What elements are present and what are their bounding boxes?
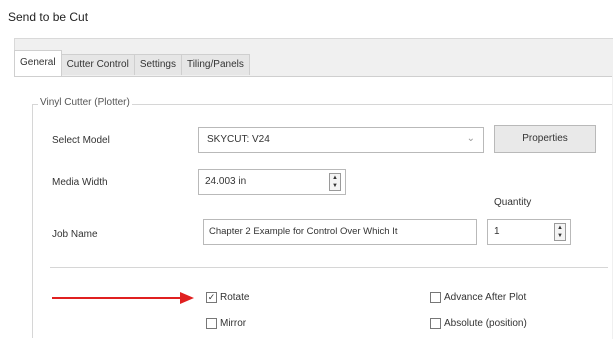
tab-tiling-panels[interactable]: Tiling/Panels <box>180 54 250 75</box>
media-width-value: 24.003 in <box>205 176 247 187</box>
absolute-position-checkbox[interactable]: Absolute (position) <box>430 318 527 329</box>
window-title: Send to be Cut <box>8 10 89 24</box>
media-width-input[interactable]: 24.003 in ▲ ▼ <box>198 169 346 195</box>
checkbox-unchecked-icon <box>206 318 217 329</box>
checkbox-unchecked-icon <box>430 292 441 303</box>
rotate-checkbox[interactable]: ✓ Rotate <box>206 292 249 303</box>
checkbox-checked-icon: ✓ <box>206 292 217 303</box>
select-model-value: SKYCUT: V24 <box>207 134 270 145</box>
checkbox-unchecked-icon <box>430 318 441 329</box>
spinner-arrows-icon[interactable]: ▲ ▼ <box>329 173 341 191</box>
group-border-left <box>32 104 33 338</box>
job-name-input[interactable]: Chapter 2 Example for Control Over Which… <box>203 219 477 245</box>
quantity-label: Quantity <box>494 197 532 208</box>
quantity-value: 1 <box>494 226 500 237</box>
red-arrow-annotation <box>52 292 194 304</box>
divider <box>50 267 608 268</box>
tab-cutter-control[interactable]: Cutter Control <box>60 54 135 75</box>
job-name-label: Job Name <box>52 229 98 240</box>
group-label-vinyl-cutter: Vinyl Cutter (Plotter) <box>38 97 132 108</box>
tab-bar: General Cutter Control Settings Tiling/P… <box>14 48 250 76</box>
media-width-label: Media Width <box>52 177 108 188</box>
mirror-checkbox[interactable]: Mirror <box>206 318 246 329</box>
job-name-value: Chapter 2 Example for Control Over Which… <box>209 226 398 237</box>
select-model-dropdown[interactable]: SKYCUT: V24 ⌄ <box>198 127 484 153</box>
select-model-label: Select Model <box>52 135 110 146</box>
advance-after-plot-label: Advance After Plot <box>444 292 527 303</box>
mirror-label: Mirror <box>220 318 247 329</box>
properties-button[interactable]: Properties <box>494 125 596 153</box>
tab-settings[interactable]: Settings <box>133 54 182 75</box>
advance-after-plot-checkbox[interactable]: Advance After Plot <box>430 292 526 303</box>
rotate-label: Rotate <box>220 292 250 303</box>
chevron-down-icon: ⌄ <box>466 133 475 144</box>
quantity-stepper[interactable]: 1 ▲ ▼ <box>487 219 571 245</box>
spinner-arrows-icon[interactable]: ▲ ▼ <box>554 223 566 241</box>
tab-general[interactable]: General <box>14 50 62 76</box>
absolute-position-label: Absolute (position) <box>444 318 527 329</box>
